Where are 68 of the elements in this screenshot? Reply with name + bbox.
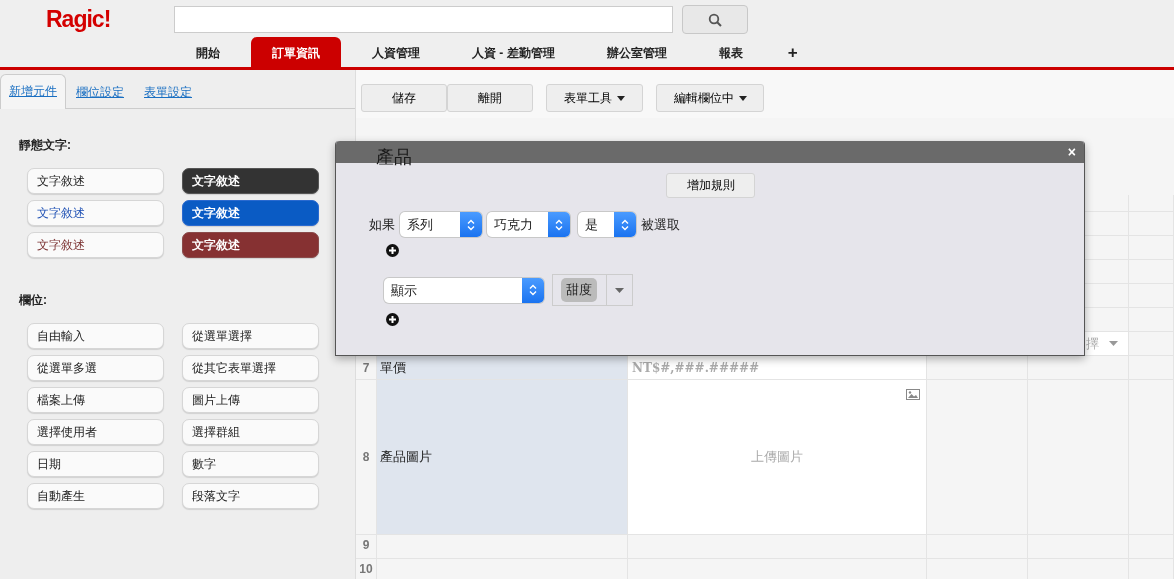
toolbar-button[interactable]: 儲存	[361, 84, 447, 112]
table-cell	[1129, 308, 1174, 332]
static-text-element[interactable]: 文字敘述	[182, 232, 319, 258]
table-cell: 單價	[377, 356, 628, 380]
static-text-element[interactable]: 文字敘述	[27, 232, 164, 258]
chevron-icon	[621, 218, 629, 231]
field-element[interactable]: 自由輸入	[27, 323, 164, 349]
search-icon	[708, 12, 722, 27]
caret-icon	[615, 287, 624, 293]
static-text-element[interactable]: 文字敘述	[182, 168, 319, 194]
row-number: 7	[356, 356, 377, 380]
static-text-element[interactable]: 文字敘述	[27, 168, 164, 194]
select-field[interactable]: 系列	[400, 212, 482, 237]
nav-tab[interactable]: 開始	[175, 37, 241, 67]
tag-select-field[interactable]: 甜度	[552, 274, 633, 306]
toolbar-button[interactable]: 表單工具	[546, 84, 643, 112]
toolbar-button[interactable]: 離開	[447, 84, 533, 112]
field-element[interactable]: 圖片上傳	[182, 387, 319, 413]
static-text-element[interactable]: 文字敘述	[27, 200, 164, 226]
sheet-title: 產品	[376, 147, 412, 167]
add-tab-button[interactable]: +	[773, 37, 812, 67]
select-field[interactable]: 巧克力	[487, 212, 570, 237]
field-element[interactable]: 從選單選擇	[182, 323, 319, 349]
field-element[interactable]: 數字	[182, 451, 319, 477]
static-text-element[interactable]: 文字敘述	[182, 200, 319, 226]
chevron-icon	[529, 284, 537, 296]
table-cell: 產品圖片	[377, 380, 628, 535]
nav-tab[interactable]: 報表	[697, 37, 764, 67]
condition-label: 如果	[369, 215, 395, 234]
field-element[interactable]: 選擇使用者	[27, 419, 164, 445]
caret-icon	[617, 95, 625, 101]
add-icon[interactable]	[386, 244, 399, 257]
add-rule-button[interactable]: 增加規則	[666, 173, 755, 198]
panel-tab[interactable]: 表單設定	[134, 76, 202, 108]
search-button[interactable]	[682, 5, 748, 34]
row-number: 9	[356, 535, 377, 559]
field-element[interactable]: 段落文字	[182, 483, 319, 509]
panel-tab[interactable]: 新增元件	[0, 74, 66, 109]
nav-tab[interactable]: 辦公室管理	[585, 37, 688, 67]
tag-chip[interactable]: 甜度	[561, 278, 597, 302]
field-element[interactable]: 從選單多選	[27, 355, 164, 381]
row-number: 8	[356, 380, 377, 535]
select-field[interactable]: 是	[578, 212, 636, 237]
toolbar-button[interactable]: 編輯欄位中	[656, 84, 764, 112]
nav-tab[interactable]: 訂單資訊	[251, 37, 341, 67]
select-field[interactable]: 顯示	[384, 277, 544, 303]
logo[interactable]: Ragic!	[0, 3, 174, 34]
table-cell	[1129, 356, 1174, 380]
field-element[interactable]: 從其它表單選擇	[182, 355, 319, 381]
field-element[interactable]: 自動產生	[27, 483, 164, 509]
condition-label: 被選取	[641, 215, 680, 234]
section-heading: 靜態文字:	[19, 137, 72, 154]
cell-text: 擇	[1086, 334, 1099, 353]
field-element[interactable]: 檔案上傳	[27, 387, 164, 413]
add-icon[interactable]	[386, 313, 399, 326]
field-element[interactable]: 選擇群組	[182, 419, 319, 445]
search-field[interactable]	[174, 6, 673, 33]
caret-icon	[738, 95, 747, 101]
nav-tab[interactable]: 人資 - 差勤管理	[451, 37, 576, 67]
chevron-icon	[555, 218, 563, 231]
field-element[interactable]: 日期	[27, 451, 164, 477]
image-icon	[906, 389, 920, 400]
caret-icon	[1109, 341, 1118, 346]
nav-tab[interactable]: 人資管理	[351, 37, 441, 67]
chevron-icon	[467, 218, 475, 231]
close-button[interactable]: ×	[1067, 145, 1076, 159]
panel-tab[interactable]: 欄位設定	[66, 76, 134, 108]
section-heading: 欄位:	[19, 292, 48, 309]
